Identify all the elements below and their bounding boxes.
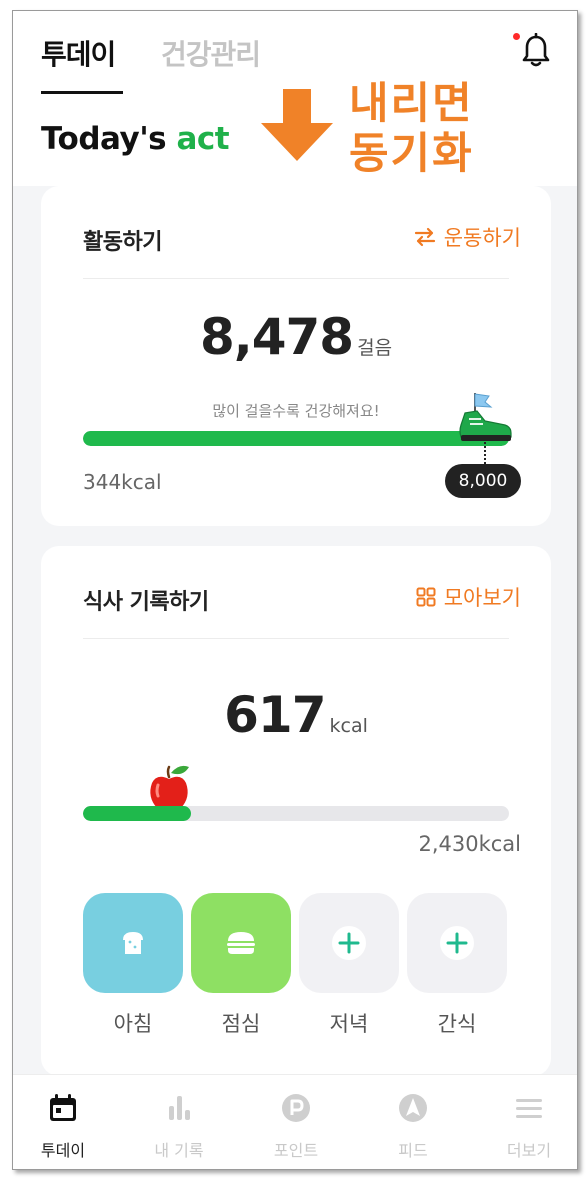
down-arrow-icon: [261, 89, 333, 161]
calendar-icon: [50, 1094, 76, 1121]
nav-label-points: 포인트: [273, 1141, 319, 1160]
menu-icon: [516, 1099, 542, 1118]
step-count-unit: 걸음: [357, 337, 393, 359]
burger-icon: [227, 932, 255, 954]
plus-icon: [440, 926, 474, 960]
meal-button-lunch[interactable]: [191, 893, 291, 993]
meal-kcal: 617 kcal: [41, 686, 551, 744]
nav-label-today: 투데이: [40, 1141, 86, 1160]
bell-icon[interactable]: [521, 33, 551, 69]
step-count-value: 8,478: [199, 308, 354, 366]
activity-title: 활동하기: [83, 230, 162, 255]
nav-feed[interactable]: 피드: [363, 1075, 463, 1169]
nav-label-my-records: 내 기록: [154, 1141, 204, 1160]
meal-card: 식사 기록하기 모아보기 617 kcal 2,430kcal 아침 점심 저녁…: [41, 546, 551, 1076]
step-progress-fill: [83, 431, 509, 446]
app-screen: 투데이 건강관리 Today's act 내리면 동기화 활동하기 운동하기 8…: [12, 10, 578, 1170]
goal-marker-line: [484, 442, 486, 464]
greeting-accent: act: [176, 121, 230, 157]
exercise-link[interactable]: 운동하기: [414, 222, 521, 252]
active-tab-indicator: [41, 91, 123, 94]
sync-annotation: 내리면 동기화: [349, 79, 474, 179]
step-count: 8,478 걸음: [41, 308, 551, 366]
step-goal-badge: 8,000: [445, 464, 521, 498]
tab-health-management[interactable]: 건강관리: [161, 33, 261, 73]
view-all-link[interactable]: 모아보기: [416, 582, 521, 612]
divider: [83, 638, 509, 639]
divider: [83, 278, 509, 279]
meal-label-breakfast: 아침: [113, 1012, 153, 1036]
exercise-link-label: 운동하기: [443, 226, 521, 250]
activity-card: 활동하기 운동하기 8,478 걸음 많이 걸을수록 건강해져요! 8,000 3…: [41, 186, 551, 526]
annotation-line2: 동기화: [349, 129, 474, 179]
bread-icon: [123, 932, 143, 954]
meal-progress-fill: [83, 806, 192, 821]
nav-label-more: 더보기: [506, 1141, 552, 1160]
nav-label-feed: 피드: [398, 1141, 428, 1160]
sneaker-flag-icon: [459, 393, 512, 441]
meal-kcal-value: 617: [224, 686, 326, 744]
meal-label-snack: 간식: [437, 1012, 477, 1036]
nav-today[interactable]: 투데이: [13, 1075, 113, 1169]
nav-points[interactable]: 포인트: [246, 1075, 346, 1169]
greeting-prefix: Today's: [41, 121, 167, 157]
nav-more[interactable]: 더보기: [479, 1075, 577, 1169]
meal-kcal-unit: kcal: [329, 715, 368, 737]
meal-title: 식사 기록하기: [83, 590, 209, 615]
bottom-nav: 투데이 내 기록 포인트 피드 더보기: [13, 1074, 577, 1169]
annotation-line1: 내리면: [349, 79, 474, 129]
notification-dot: [513, 33, 520, 40]
burned-kcal: 344kcal: [83, 470, 162, 494]
meal-button-snack[interactable]: [407, 893, 507, 993]
plus-icon: [332, 926, 366, 960]
meal-progress-bar: [83, 806, 509, 821]
compass-icon: [399, 1094, 427, 1122]
step-progress-bar: [83, 431, 509, 446]
point-coin-icon: [282, 1094, 310, 1122]
meal-button-dinner[interactable]: [299, 893, 399, 993]
swap-arrows-icon: [414, 227, 435, 247]
tab-today[interactable]: 투데이: [41, 33, 116, 73]
meal-goal-kcal: 2,430kcal: [418, 832, 521, 856]
nav-my-records[interactable]: 내 기록: [129, 1075, 229, 1169]
header: 투데이 건강관리 Today's act 내리면 동기화: [13, 11, 577, 186]
bar-chart-icon: [169, 1096, 190, 1120]
meal-button-breakfast[interactable]: [83, 893, 183, 993]
meal-label-dinner: 저녁: [329, 1012, 369, 1036]
meal-label-lunch: 점심: [221, 1012, 261, 1036]
view-all-label: 모아보기: [443, 586, 521, 610]
grid-icon: [416, 587, 436, 607]
greeting-title: Today's act: [41, 121, 230, 157]
